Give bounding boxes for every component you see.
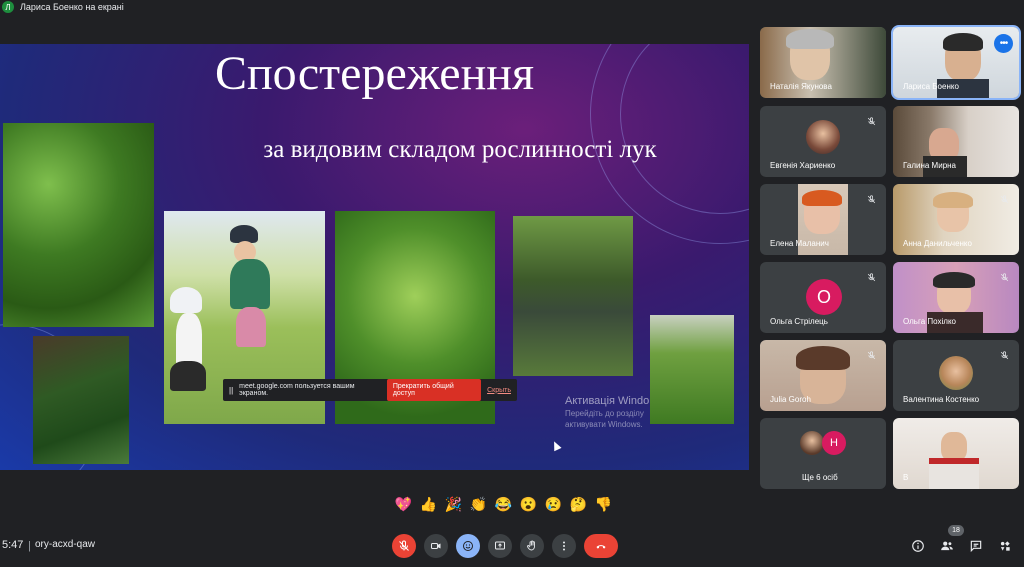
camera-toggle-button[interactable]	[424, 534, 448, 558]
participant-name: Евгенія Хариенко	[770, 161, 836, 170]
mic-off-icon	[997, 270, 1012, 285]
reaction-thinking-icon[interactable]: 🤔	[569, 496, 588, 520]
people-icon	[941, 541, 953, 551]
emoji-reactions-button[interactable]	[456, 534, 480, 558]
hand-icon	[527, 540, 535, 551]
reactions-bar: 💖 👍 🎉 👏 😂 😮 😢 🤔 👎	[394, 496, 613, 520]
participant-name: Валентина Костенко	[903, 395, 980, 404]
phone-hangup-icon	[596, 545, 606, 549]
participant-tile[interactable]: Ольга Похілко	[893, 262, 1019, 333]
participant-name: Елена Маланич	[770, 239, 829, 248]
mic-off-icon	[997, 348, 1012, 363]
stop-sharing-button[interactable]: Прекратить общий доступ	[386, 379, 482, 401]
participant-name: В	[903, 473, 909, 482]
participant-name: Ще 6 осіб	[802, 473, 838, 482]
hide-share-bar-link[interactable]: Скрыть	[487, 387, 511, 394]
avatar: О	[806, 279, 842, 315]
presenter-avatar: Л	[2, 1, 14, 13]
photo-reed-stems	[650, 315, 734, 424]
photo-marsh-pond	[513, 216, 633, 376]
present-screen-button[interactable]	[488, 534, 512, 558]
participant-tile[interactable]: В	[893, 418, 1019, 489]
windows-activation-watermark: Активація Windo Перейдіть до розділу акт…	[565, 395, 650, 429]
participant-name: Анна Данильченко	[903, 239, 972, 248]
reaction-laughing-icon[interactable]: 😂	[494, 496, 513, 520]
mic-toggle-button[interactable]	[392, 534, 416, 558]
participant-name: Галина Мирна	[903, 161, 957, 170]
video-camera-icon	[431, 543, 441, 549]
mic-off-icon	[997, 192, 1012, 207]
participant-tile[interactable]: Валентина Костенко	[893, 340, 1019, 411]
participant-tile[interactable]: Галина Мирна	[893, 106, 1019, 177]
mic-off-icon	[864, 348, 879, 363]
slide-subtitle: за видовим складом рослинності лук	[263, 136, 657, 163]
more-options-button[interactable]	[552, 534, 576, 558]
mic-off-icon	[864, 192, 879, 207]
avatar: Н	[822, 431, 846, 455]
screen-share-bar: || meet.google.com пользуется вашим экра…	[223, 379, 517, 401]
raise-hand-button[interactable]	[520, 534, 544, 558]
slide-title: Спостереження	[214, 47, 535, 100]
participant-tile[interactable]: Евгенія Хариенко	[760, 106, 886, 177]
participant-count-badge: 18	[948, 525, 964, 536]
reaction-crying-icon[interactable]: 😢	[544, 496, 563, 520]
participant-tile[interactable]: О Ольга Стрілець	[760, 262, 886, 333]
participant-tile[interactable]: Julia Goroh	[760, 340, 886, 411]
chat-icon	[970, 540, 982, 553]
participant-tile[interactable]: Наталія Якунова	[760, 27, 886, 98]
participant-name: Julia Goroh	[770, 395, 811, 404]
photo-plantain-leaves	[3, 123, 154, 327]
mic-off-icon	[399, 540, 409, 551]
separator: |	[28, 540, 31, 552]
avatar	[939, 356, 973, 390]
smile-icon	[463, 541, 473, 551]
shared-screen: Спостереження за видовим складом рослинн…	[0, 44, 749, 470]
present-icon	[495, 541, 505, 550]
reaction-clapping-icon[interactable]: 👏	[469, 496, 488, 520]
pause-icon: ||	[229, 385, 234, 395]
reaction-thumbs-down-icon[interactable]: 👎	[594, 496, 613, 520]
participant-name: Лариса Боенко	[903, 82, 959, 91]
meeting-details-button[interactable]	[909, 537, 927, 555]
meeting-code: ory-acxd-qaw	[35, 539, 96, 550]
more-participants-tile[interactable]: Н Ще 6 осіб	[760, 418, 886, 489]
info-icon	[912, 540, 924, 552]
mic-off-icon	[864, 114, 879, 129]
more-options-icon[interactable]: •••	[994, 34, 1013, 53]
participant-name: Ольга Стрілець	[770, 317, 828, 326]
participant-tile[interactable]: Анна Данильченко	[893, 184, 1019, 255]
reaction-party-popper-icon[interactable]: 🎉	[444, 496, 463, 520]
activities-button[interactable]	[996, 537, 1014, 555]
participant-tile[interactable]: Елена Маланич	[760, 184, 886, 255]
reaction-thumbs-up-icon[interactable]: 👍	[419, 496, 438, 520]
participant-name: Ольга Похілко	[903, 317, 956, 326]
participant-tile-active[interactable]: ••• Лариса Боенко	[891, 25, 1021, 100]
meeting-clock: 5:47	[2, 539, 24, 551]
reaction-sparkling-heart-icon[interactable]: 💖	[394, 496, 413, 520]
chat-button[interactable]	[967, 537, 985, 555]
more-vertical-icon	[563, 541, 565, 551]
avatar	[806, 120, 840, 154]
share-message: meet.google.com пользуется вашим экраном…	[239, 383, 355, 397]
leave-call-button[interactable]	[584, 534, 618, 558]
photo-water-roots	[33, 336, 129, 464]
activities-icon	[1000, 541, 1010, 551]
presenter-bar: Л Лариса Боенко на екрані	[0, 0, 1024, 14]
participant-name: Наталія Якунова	[770, 82, 832, 91]
reaction-surprised-icon[interactable]: 😮	[519, 496, 538, 520]
presenter-label: Лариса Боенко на екрані	[20, 2, 124, 12]
mic-off-icon	[864, 270, 879, 285]
people-button[interactable]	[938, 537, 956, 555]
